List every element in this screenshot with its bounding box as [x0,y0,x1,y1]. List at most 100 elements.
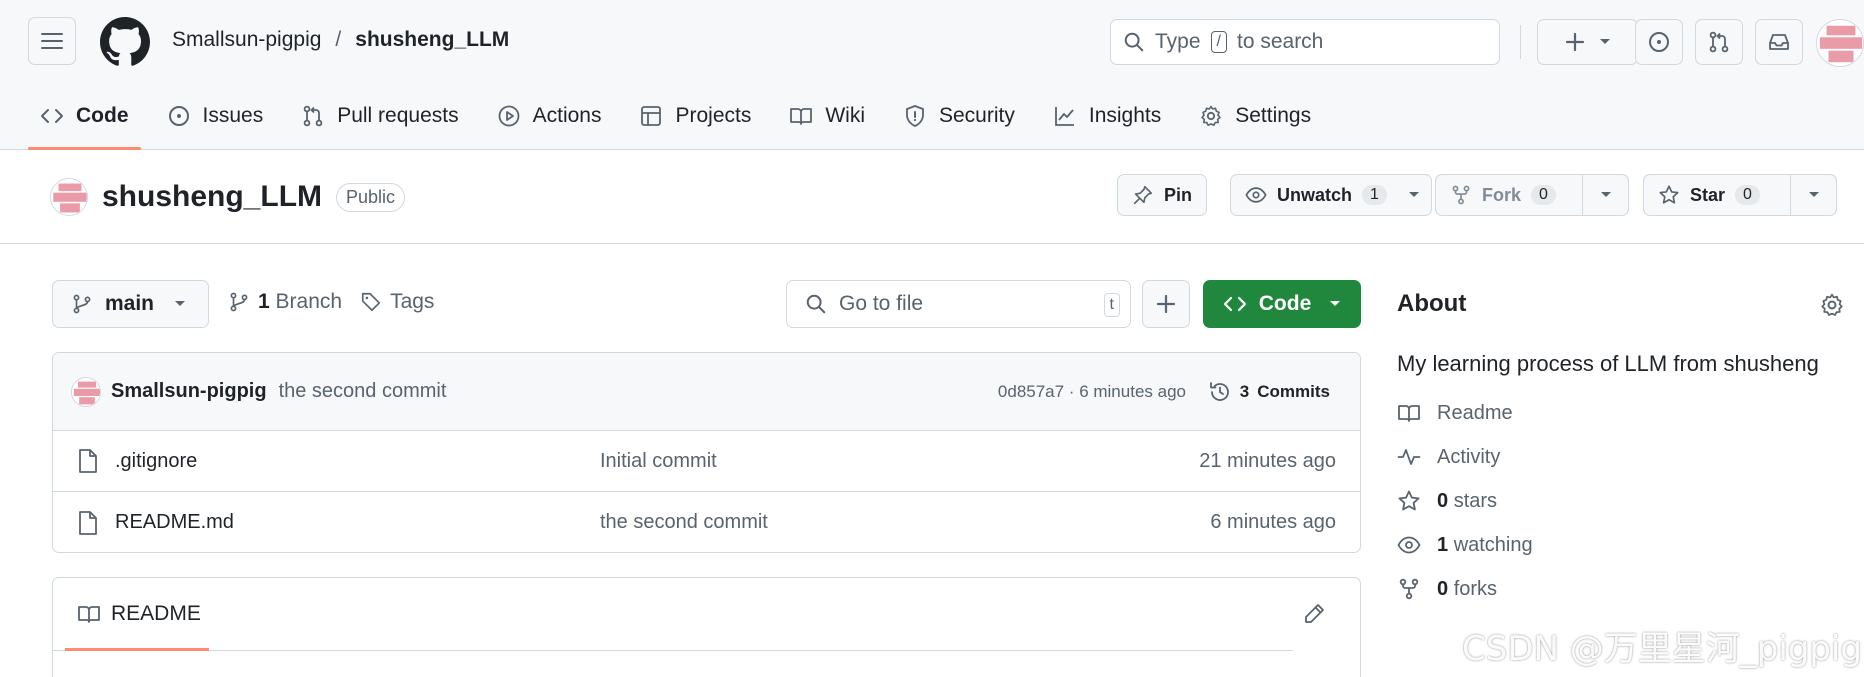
file-row: README.md the second commit 6 minutes ag… [53,492,1360,552]
tab-projects[interactable]: Projects [627,92,763,140]
unwatch-button[interactable]: Unwatch 1 [1231,175,1401,215]
forks-link[interactable]: 0 forks [1397,574,1845,604]
latest-commit-bar: Smallsun-pigpig the second commit 0d857a… [53,353,1360,431]
caret-down-icon [1408,192,1419,197]
breadcrumb: Smallsun-pigpig / shusheng_LLM [172,28,509,52]
section-divider [0,243,1864,244]
readme-link[interactable]: Readme [1397,398,1845,428]
breadcrumb-owner-link[interactable]: Smallsun-pigpig [172,28,321,52]
global-header: Smallsun-pigpig / shusheng_LLM Type / to… [0,0,1864,150]
github-logo-icon[interactable] [100,17,150,67]
create-new-button[interactable] [1537,19,1638,65]
branches-link[interactable]: 1 Branch [258,290,342,314]
fork-button[interactable]: Fork 0 [1436,175,1582,215]
tags-link[interactable]: Tags [390,290,434,314]
repo-title-row: shusheng_LLM Public [50,178,406,216]
about-sidebar: About My learning process of LLM from sh… [1397,280,1845,604]
watching-link[interactable]: 1 watching [1397,530,1845,560]
commit-sha-time[interactable]: 0d857a7 · 6 minutes ago [998,382,1186,402]
commit-author-link[interactable]: Smallsun-pigpig [111,380,267,403]
history-icon [1209,381,1229,401]
identicon-avatar [1817,20,1863,66]
menu-button[interactable] [28,17,76,65]
tab-wiki[interactable]: Wiki [777,92,877,140]
search-shortcut-key: / [1210,31,1227,53]
forks-count: 0 [1437,577,1449,600]
tab-label: Settings [1235,104,1312,127]
go-to-file-input[interactable]: Go to file t [786,280,1131,328]
caret-down-icon [1330,301,1341,306]
about-title: About [1397,290,1467,317]
about-links: Readme Activity 0 stars 1 watching 0 for… [1397,398,1845,604]
pull-requests-button[interactable] [1695,19,1743,65]
watch-dropdown[interactable] [1401,175,1427,215]
about-description: My learning process of LLM from shusheng [1397,351,1819,376]
graph-icon [1054,107,1074,126]
inbox-icon [1769,34,1789,50]
search-prefix-text: Type [1155,30,1201,53]
edit-readme-button[interactable] [1302,602,1326,626]
tab-code[interactable]: Code [28,92,141,150]
branch-count: 1 [258,290,270,313]
inbox-button[interactable] [1755,19,1803,65]
repo-owner-avatar[interactable] [50,178,88,216]
tab-actions[interactable]: Actions [485,92,614,140]
file-name-link[interactable]: .gitignore [115,450,197,473]
readme-tab-underline [65,648,209,651]
branch-icon [230,292,248,312]
star-button[interactable]: Star 0 [1644,175,1790,215]
tab-insights[interactable]: Insights [1041,92,1173,140]
commit-author-avatar[interactable] [71,376,101,407]
eye-icon [1397,536,1421,554]
forks-label: forks [1453,577,1498,600]
stars-label: stars [1453,489,1498,512]
branch-select-button[interactable]: main [52,280,209,328]
code-dropdown-button[interactable]: Code [1203,280,1361,328]
pin-button[interactable]: Pin [1117,174,1208,216]
stars-link[interactable]: 0 stars [1397,486,1845,516]
activity-link[interactable]: Activity [1397,442,1845,472]
file-commit-message-link[interactable]: Initial commit [600,450,717,473]
add-file-button[interactable] [1142,280,1190,328]
file-icon [79,510,97,535]
tab-issues[interactable]: Issues [155,92,276,140]
file-name-link[interactable]: README.md [115,511,234,534]
readme-divider [53,650,1293,651]
watch-button-group: Unwatch 1 [1230,174,1432,216]
tab-security[interactable]: Security [891,92,1027,140]
plus-icon [1156,294,1176,314]
gear-icon [1201,105,1222,126]
tab-pull-requests[interactable]: Pull requests [289,92,470,140]
readme-tab[interactable]: README [77,602,201,626]
commits-count: 3 [1239,381,1250,401]
global-search-input[interactable]: Type / to search [1110,19,1500,65]
commit-message-link[interactable]: the second commit [279,380,447,403]
fork-dropdown[interactable] [1582,175,1628,215]
tab-label: Pull requests [337,104,459,127]
pull-request-icon [1709,31,1729,53]
readme-panel: README [52,577,1361,677]
star-dropdown[interactable] [1790,175,1836,215]
visibility-badge: Public [336,182,406,212]
code-icon [41,109,63,123]
commits-history-link[interactable]: 3 Commits [1208,380,1330,404]
gear-icon [1821,293,1843,316]
table-icon [641,106,662,126]
breadcrumb-repo-link[interactable]: shusheng_LLM [355,28,509,52]
search-icon [1124,32,1144,52]
branch-tag-links: 1 Branch Tags [228,290,434,314]
fork-label: Fork [1482,184,1522,205]
edit-about-button[interactable] [1819,292,1845,318]
issues-button[interactable] [1635,19,1683,65]
repo-name-link[interactable]: shusheng_LLM [102,180,322,214]
fork-icon [1399,578,1419,600]
tab-settings[interactable]: Settings [1187,92,1323,140]
user-avatar[interactable] [1816,19,1864,67]
pull-request-icon [303,105,323,127]
book-icon [790,108,813,125]
book-icon [78,606,100,623]
repo-nav-tabs: Code Issues Pull requests Actions Projec… [28,92,1337,150]
file-commit-time: 21 minutes ago [1199,449,1336,472]
tab-label: Projects [675,104,752,127]
file-commit-message-link[interactable]: the second commit [600,511,768,534]
